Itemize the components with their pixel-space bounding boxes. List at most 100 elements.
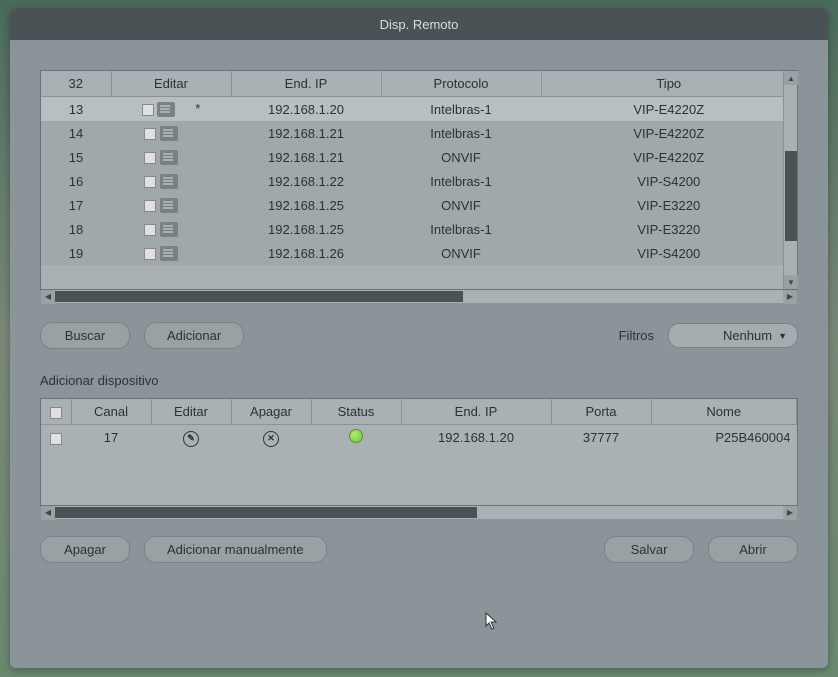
row-ip: 192.168.1.20 — [231, 97, 381, 122]
row-edit-cell — [111, 241, 231, 265]
row-edit-cell — [111, 169, 231, 193]
status-icon — [349, 429, 363, 443]
salvar-button[interactable]: Salvar — [604, 536, 694, 563]
header2-apagar[interactable]: Apagar — [231, 399, 311, 425]
table-row[interactable]: 13 *192.168.1.20Intelbras-1VIP-E4220Z — [41, 97, 797, 122]
row-ip: 192.168.1.20 — [401, 425, 551, 451]
scroll-left-arrow-2[interactable]: ◀ — [41, 506, 55, 520]
row-ip: 192.168.1.26 — [231, 241, 381, 265]
table-row[interactable]: 14 192.168.1.21Intelbras-1VIP-E4220Z — [41, 121, 797, 145]
row-type: VIP-E3220 — [541, 193, 797, 217]
header2-checkbox[interactable] — [41, 399, 71, 425]
header2-editar[interactable]: Editar — [151, 399, 231, 425]
table-row[interactable]: 18 192.168.1.25Intelbras-1VIP-E3220 — [41, 217, 797, 241]
adicionar-manual-button[interactable]: Adicionar manualmente — [144, 536, 327, 563]
header2-porta[interactable]: Porta — [551, 399, 651, 425]
scroll-thumb[interactable] — [785, 151, 797, 241]
row-checkbox[interactable] — [144, 200, 156, 212]
scroll-down-arrow[interactable]: ▼ — [784, 275, 798, 289]
hscroll-thumb-2[interactable] — [55, 507, 477, 518]
row-type: VIP-E4220Z — [541, 97, 797, 122]
adicionar-button[interactable]: Adicionar — [144, 322, 244, 349]
header2-end-ip[interactable]: End. IP — [401, 399, 551, 425]
header-count[interactable]: 32 — [41, 71, 111, 97]
row-checkbox[interactable] — [144, 152, 156, 164]
edit-icon[interactable] — [160, 126, 178, 141]
row-checkbox[interactable] — [50, 433, 62, 445]
scroll-right-arrow[interactable]: ▶ — [783, 290, 797, 304]
abrir-button[interactable]: Abrir — [708, 536, 798, 563]
row-number: 16 — [41, 169, 111, 193]
horizontal-scrollbar-2[interactable]: ◀ ▶ — [40, 506, 798, 520]
row-checkbox[interactable] — [144, 176, 156, 188]
row-type: VIP-S4200 — [541, 241, 797, 265]
row-protocol: Intelbras-1 — [381, 217, 541, 241]
row-type: VIP-E4220Z — [541, 121, 797, 145]
delete-row-icon[interactable]: ✕ — [263, 431, 279, 447]
vertical-scrollbar[interactable]: ▲ ▼ — [783, 71, 797, 289]
header-protocolo[interactable]: Protocolo — [381, 71, 541, 97]
device-table-container: 32 Editar End. IP Protocolo Tipo 13 *192… — [40, 70, 798, 290]
edit-icon[interactable] — [160, 222, 178, 237]
table-row[interactable]: 17 192.168.1.25ONVIFVIP-E3220 — [41, 193, 797, 217]
row-number: 19 — [41, 241, 111, 265]
added-device-table-container: Canal Editar Apagar Status End. IP Porta… — [40, 398, 798, 506]
row-type: VIP-E3220 — [541, 217, 797, 241]
edit-icon[interactable] — [160, 198, 178, 213]
header-end-ip[interactable]: End. IP — [231, 71, 381, 97]
add-device-section-title: Adicionar dispositivo — [40, 373, 798, 388]
filtros-dropdown[interactable]: Nenhum ▼ — [668, 323, 798, 348]
row-checkbox[interactable] — [144, 224, 156, 236]
scroll-left-arrow[interactable]: ◀ — [41, 290, 55, 304]
filtros-selected: Nenhum — [723, 328, 772, 343]
remote-device-dialog: Disp. Remoto 32 Editar End. IP Protocolo… — [10, 8, 828, 668]
row-porta: 37777 — [551, 425, 651, 451]
hscroll-thumb[interactable] — [55, 291, 463, 302]
edit-icon[interactable] — [160, 150, 178, 165]
header2-nome[interactable]: Nome — [651, 399, 797, 425]
row-nome: P25B460004 — [651, 425, 797, 451]
header-editar[interactable]: Editar — [111, 71, 231, 97]
row-ip: 192.168.1.21 — [231, 145, 381, 169]
row-checkbox[interactable] — [144, 128, 156, 140]
row-ip: 192.168.1.25 — [231, 217, 381, 241]
row-number: 15 — [41, 145, 111, 169]
edit-icon[interactable] — [160, 246, 178, 261]
row-protocol: Intelbras-1 — [381, 169, 541, 193]
row-edit-cell: * — [111, 97, 231, 122]
row-type: VIP-S4200 — [541, 169, 797, 193]
row-checkbox[interactable] — [142, 104, 154, 116]
row-protocol: Intelbras-1 — [381, 97, 541, 122]
row-number: 17 — [41, 193, 111, 217]
row-edit-cell — [111, 121, 231, 145]
header2-status[interactable]: Status — [311, 399, 401, 425]
edit-icon[interactable] — [157, 102, 175, 117]
row-protocol: Intelbras-1 — [381, 121, 541, 145]
row-checkbox[interactable] — [144, 248, 156, 260]
scroll-right-arrow-2[interactable]: ▶ — [783, 506, 797, 520]
edit-row-icon[interactable]: ✎ — [183, 431, 199, 447]
action-row-1: Buscar Adicionar Filtros Nenhum ▼ — [40, 322, 798, 349]
row-star: * — [195, 101, 200, 116]
row-edit-cell — [111, 145, 231, 169]
header-tipo[interactable]: Tipo — [541, 71, 797, 97]
scroll-up-arrow[interactable]: ▲ — [784, 71, 798, 85]
table-row[interactable]: 15 192.168.1.21ONVIFVIP-E4220Z — [41, 145, 797, 169]
horizontal-scrollbar-1[interactable]: ◀ ▶ — [40, 290, 798, 304]
select-all-checkbox[interactable] — [50, 407, 62, 419]
edit-icon[interactable] — [160, 174, 178, 189]
row-ip: 192.168.1.22 — [231, 169, 381, 193]
buscar-button[interactable]: Buscar — [40, 322, 130, 349]
table-row[interactable]: 19 192.168.1.26ONVIFVIP-S4200 — [41, 241, 797, 265]
title-bar: Disp. Remoto — [10, 8, 828, 40]
row-type: VIP-E4220Z — [541, 145, 797, 169]
header2-canal[interactable]: Canal — [71, 399, 151, 425]
row-protocol: ONVIF — [381, 145, 541, 169]
added-device-row[interactable]: 17 ✎ ✕ 192.168.1.2037777P25B460004 — [41, 425, 797, 451]
row-ip: 192.168.1.25 — [231, 193, 381, 217]
action-row-2: Apagar Adicionar manualmente Salvar Abri… — [40, 536, 798, 563]
row-canal: 17 — [71, 425, 151, 451]
table-row[interactable]: 16 192.168.1.22Intelbras-1VIP-S4200 — [41, 169, 797, 193]
window-title: Disp. Remoto — [380, 17, 459, 32]
apagar-button[interactable]: Apagar — [40, 536, 130, 563]
